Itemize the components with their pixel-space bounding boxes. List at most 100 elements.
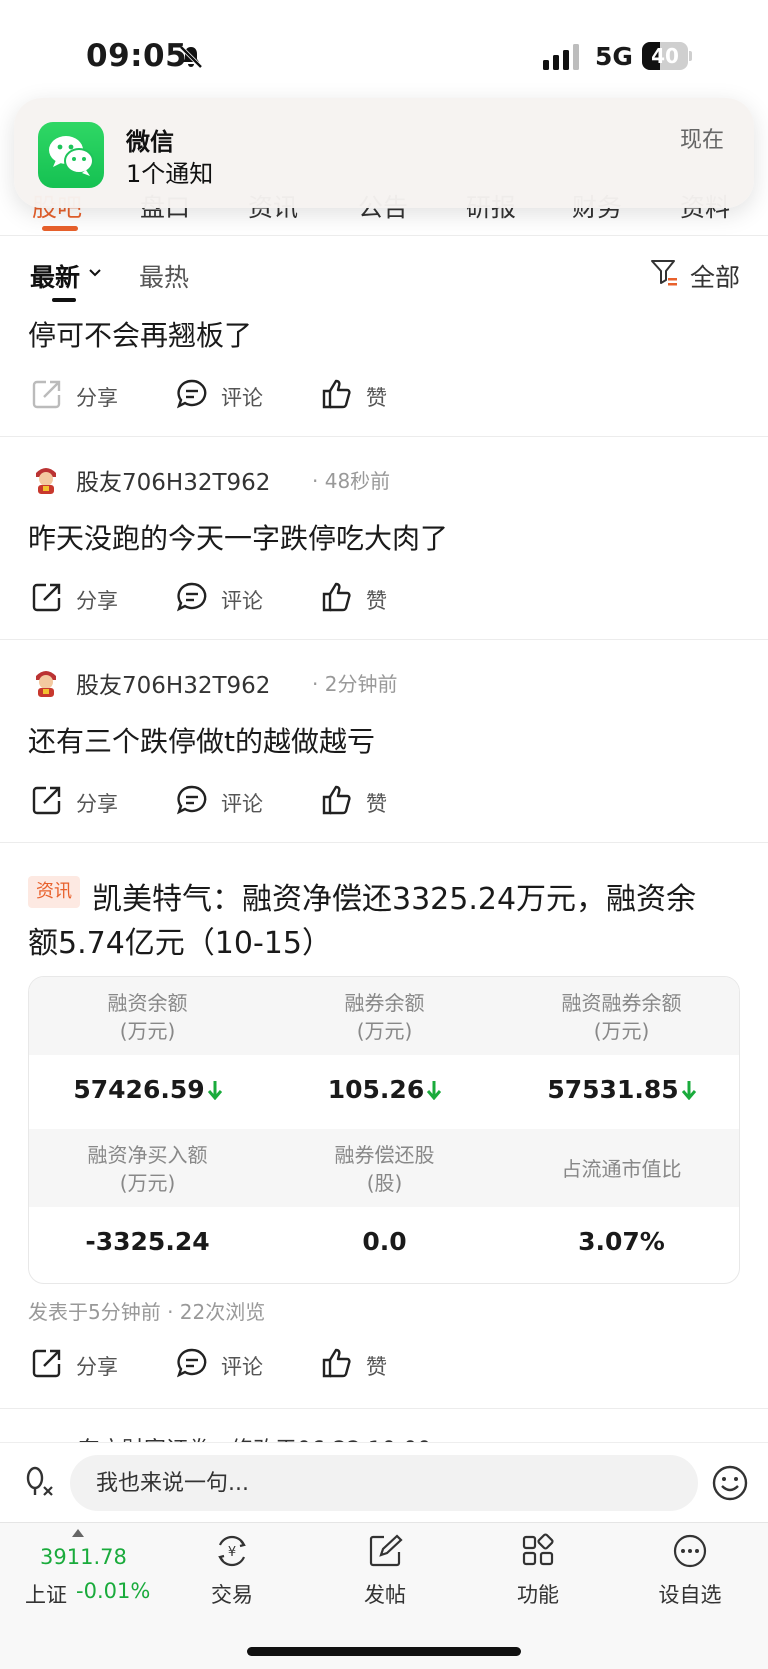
- notification-time: 现在: [679, 128, 724, 153]
- status-time: 09:05: [86, 38, 188, 74]
- more-icon: [673, 1534, 707, 1568]
- comment-label: 评论: [221, 792, 263, 816]
- share-icon: [32, 786, 61, 815]
- thumbs-up-icon: [322, 785, 351, 815]
- grid-icon: [522, 1533, 554, 1566]
- wechat-notification[interactable]: 微信 1个通知 现在: [14, 98, 754, 208]
- nav-post-label: 发帖: [364, 1583, 406, 1607]
- post-text[interactable]: 还有三个跌停做t的越做越亏: [28, 720, 375, 760]
- filter-label[interactable]: 全部: [690, 258, 740, 294]
- comment-label: 评论: [221, 386, 263, 410]
- nav-functions[interactable]: 功能: [488, 1533, 588, 1613]
- thumbs-up-icon: [322, 379, 351, 409]
- share-label: 分享: [76, 589, 118, 613]
- comment-icon: [176, 582, 207, 612]
- sort-row: 最新 最热 全部: [0, 252, 768, 304]
- news-title[interactable]: 凯美特气：融资净偿还3325.24万元，融资余: [92, 874, 696, 918]
- post-author-row[interactable]: 股友706H32T962 · 2分钟前: [30, 666, 430, 699]
- table-header: 融券偿还股 (股): [334, 1143, 435, 1195]
- comment-label: 评论: [221, 1355, 263, 1379]
- like-label: 赞: [366, 386, 387, 410]
- nav-watchlist-label: 设自选: [658, 1583, 722, 1607]
- post-divider: [0, 436, 768, 437]
- post-time: · 2分钟前: [312, 672, 398, 696]
- table-header: 融券余额 (万元): [344, 991, 425, 1043]
- news-tag: 资讯: [28, 876, 80, 908]
- post-text[interactable]: 昨天没跑的今天一字跌停吃大肉了: [28, 517, 448, 557]
- post-text[interactable]: 停可不会再翘板了: [28, 314, 252, 354]
- post-actions: 分享 评论 赞: [0, 375, 768, 415]
- nav-trade[interactable]: ¥ 交易: [182, 1533, 282, 1613]
- comment-icon: [176, 1348, 207, 1378]
- comment-input[interactable]: [70, 1455, 698, 1511]
- post-divider: [0, 1408, 768, 1409]
- index-value[interactable]: 3911.78: [40, 1545, 127, 1569]
- table-value: 3.07%: [578, 1227, 665, 1256]
- avatar: [31, 464, 61, 494]
- thumbs-up-icon: [322, 582, 351, 612]
- active-tab-indicator: [42, 226, 78, 231]
- sort-hot[interactable]: 最热: [139, 258, 189, 294]
- notification-body: 1个通知: [126, 160, 214, 188]
- sort-latest[interactable]: 最新: [30, 258, 80, 294]
- comment-icon: [176, 785, 207, 815]
- post-author-row[interactable]: 股友706H32T962 · 48秒前: [30, 463, 430, 496]
- author-name: 股友706H32T962: [76, 673, 271, 699]
- comment-label: 评论: [221, 589, 263, 613]
- table-header: 融资余额 (万元): [107, 991, 188, 1043]
- compose-icon: [369, 1534, 403, 1567]
- cellular-signal-icon: [543, 44, 579, 70]
- caret-up-icon: [72, 1529, 84, 1537]
- news-meta: 发表于5分钟前 · 22次浏览: [28, 1300, 266, 1324]
- table-header: 融资融券余额 (万元): [561, 991, 682, 1043]
- share-icon: [32, 1349, 61, 1378]
- post-time: · 48秒前: [312, 469, 391, 493]
- notification-app-name: 微信: [126, 128, 174, 156]
- filter-icon[interactable]: [650, 258, 678, 288]
- down-arrow-icon: [207, 1081, 222, 1100]
- comment-icon: [176, 379, 207, 409]
- author-name: 股友706H32T962: [76, 470, 271, 496]
- comment-bar: [0, 1442, 768, 1520]
- battery-percent: 40: [651, 44, 679, 68]
- post-divider: [0, 639, 768, 640]
- table-value: 0.0: [362, 1227, 407, 1256]
- like-label: 赞: [366, 589, 387, 613]
- down-arrow-icon: [427, 1081, 442, 1100]
- wechat-app-icon: [38, 122, 104, 188]
- table-value: 57426.59: [29, 1075, 266, 1104]
- emoji-icon[interactable]: [712, 1465, 748, 1501]
- sort-active-indicator: [52, 298, 76, 302]
- like-label: 赞: [366, 792, 387, 816]
- table-value: -3325.24: [85, 1227, 210, 1256]
- nav-post[interactable]: 发帖: [335, 1533, 435, 1613]
- share-label: 分享: [76, 792, 118, 816]
- share-label: 分享: [76, 386, 118, 410]
- svg-text:¥: ¥: [228, 1545, 236, 1560]
- like-label: 赞: [366, 1355, 387, 1379]
- post-actions: 分享 评论 赞: [0, 578, 768, 618]
- bell-muted-icon: [179, 45, 203, 69]
- share-icon: [32, 583, 61, 612]
- table-header: 占流通市值比: [561, 1157, 682, 1181]
- avatar: [31, 667, 61, 697]
- margin-data-table[interactable]: 融资余额 (万元) 融券余额 (万元) 融资融券余额 (万元) 57426.59 10…: [28, 976, 740, 1284]
- index-name[interactable]: 上证: [25, 1579, 67, 1609]
- index-change[interactable]: -0.01%: [76, 1579, 150, 1603]
- battery-icon: 40: [642, 42, 692, 70]
- news-title-continued[interactable]: 额5.74亿元（10-15）: [28, 918, 332, 962]
- share-icon: [32, 380, 61, 409]
- nav-watchlist[interactable]: 设自选: [640, 1533, 740, 1613]
- status-bar: 09:05 5G 40: [0, 0, 768, 100]
- trade-icon: ¥: [218, 1535, 246, 1567]
- post-actions: 分享 评论 赞: [0, 1344, 768, 1384]
- thumbs-up-icon: [322, 1348, 351, 1378]
- table-header: 融资净买入额 (万元): [87, 1143, 208, 1195]
- network-type: 5G: [595, 42, 633, 71]
- share-label: 分享: [76, 1355, 118, 1379]
- post-actions: 分享 评论 赞: [0, 781, 768, 821]
- home-indicator[interactable]: [247, 1647, 521, 1656]
- post-divider: [0, 842, 768, 843]
- down-arrow-icon: [681, 1081, 696, 1100]
- voice-input-icon[interactable]: [24, 1465, 56, 1499]
